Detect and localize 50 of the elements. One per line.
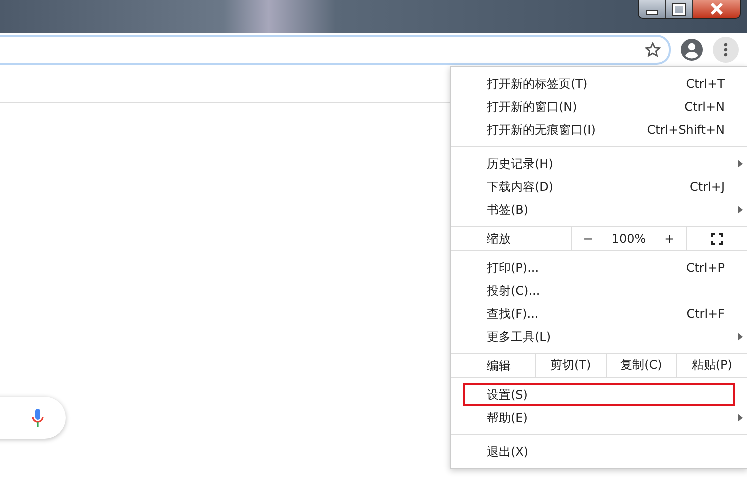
shortcut-label: Ctrl+N — [684, 100, 725, 114]
menu-item[interactable]: 打开新的窗口(N) Ctrl+N — [463, 95, 735, 118]
menu-item[interactable]: 书签(B) — [463, 198, 735, 221]
minimize-button[interactable] — [639, 0, 666, 18]
menu-item[interactable]: 下载内容(D) Ctrl+J — [463, 175, 735, 198]
zoom-level: 100% — [612, 232, 646, 246]
zoom-out-button[interactable]: − — [579, 232, 598, 246]
menu-item[interactable]: 历史记录(H) — [463, 152, 735, 175]
shortcut-label: Ctrl+J — [690, 180, 725, 194]
shortcut-label: Ctrl+P — [686, 260, 725, 274]
menu-item-label: 下载内容(D) — [487, 180, 555, 194]
menu-item-label: 投射(C)... — [487, 284, 542, 298]
edit-action-button[interactable]: 粘贴(P) — [676, 354, 747, 377]
menu-item[interactable]: 打开新的标签页(T) Ctrl+T — [463, 72, 735, 95]
shortcut-label: Ctrl+Shift+N — [647, 122, 725, 136]
microphone-icon[interactable] — [32, 409, 44, 427]
close-button[interactable] — [693, 0, 740, 18]
menu-item-label: 打开新的标签页(T) — [487, 76, 589, 90]
menu-item-label: 退出(X) — [487, 444, 530, 458]
menu-item[interactable]: 退出(X) — [463, 440, 735, 463]
zoom-in-button[interactable]: + — [660, 232, 679, 246]
menu-button[interactable] — [713, 36, 739, 62]
zoom-label: 缩放 — [486, 230, 512, 248]
menu-item[interactable]: 打开新的无痕窗口(I) Ctrl+Shift+N — [463, 118, 735, 141]
shortcut-label: Ctrl+F — [686, 306, 725, 320]
menu-item-label: 打印(P)... — [487, 260, 540, 274]
menu-item-label: 帮助(E) — [487, 410, 529, 424]
menu-item-label: 查找(F)... — [487, 306, 540, 320]
menu-item-label: 历史记录(H) — [487, 156, 554, 170]
menu-item[interactable]: 更多工具(L) — [463, 325, 735, 348]
profile-icon[interactable] — [681, 38, 703, 60]
shortcut-label: Ctrl+T — [686, 76, 725, 90]
menu-icon — [724, 42, 728, 56]
menu-item-label: 打开新的无痕窗口(I) — [487, 122, 597, 136]
edit-action-button[interactable]: 剪切(T) — [535, 354, 606, 377]
edit-action-button[interactable]: 复制(C) — [606, 354, 676, 377]
menu-item[interactable]: 查找(F)... Ctrl+F — [463, 302, 735, 325]
menu-item-label: 设置(S) — [487, 388, 529, 402]
edit-label: 编辑 — [486, 358, 512, 374]
menu-item-label: 打开新的窗口(N) — [487, 100, 578, 114]
star-icon[interactable] — [645, 42, 661, 58]
menu-item-label: 更多工具(L) — [487, 330, 552, 344]
menu-item[interactable]: 投射(C)... — [463, 279, 735, 302]
menu-item[interactable]: 帮助(E) — [463, 406, 735, 429]
fullscreen-icon — [711, 232, 723, 244]
restore-button[interactable] — [666, 0, 693, 18]
menu-item[interactable]: 设置(S) — [463, 383, 735, 406]
menu-item[interactable]: 打印(P)... Ctrl+P — [463, 256, 735, 279]
close-icon — [710, 3, 724, 15]
menu-item-label: 书签(B) — [487, 202, 530, 216]
